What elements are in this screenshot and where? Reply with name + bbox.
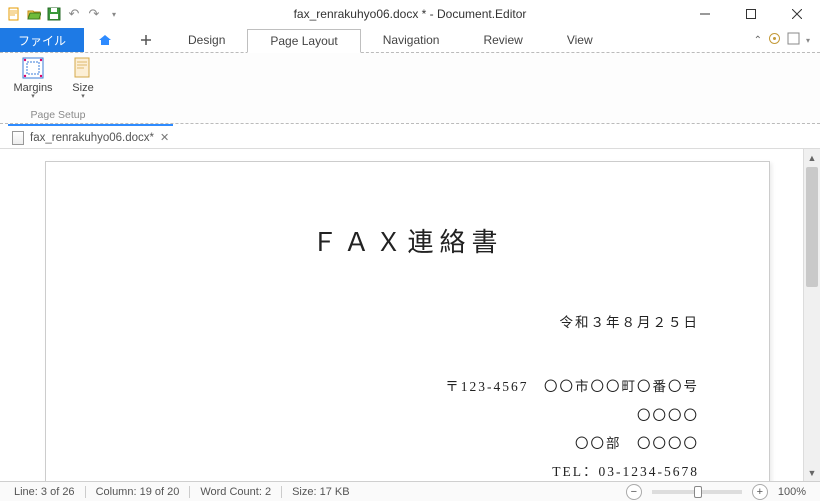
- size-icon: [69, 55, 97, 81]
- review-tab[interactable]: Review: [461, 28, 544, 52]
- maximize-button[interactable]: [728, 0, 774, 28]
- doc-address-block: 〒123-4567 〇〇市〇〇町〇番〇号 〇〇〇〇 〇〇部 〇〇〇〇 TEL：0…: [116, 373, 699, 481]
- margins-button[interactable]: Margins ▾: [12, 55, 54, 100]
- zoom-slider[interactable]: [652, 490, 742, 494]
- doc-date: 令和３年８月２５日: [116, 309, 699, 337]
- qat-dropdown-icon[interactable]: ▾: [106, 6, 122, 22]
- status-column: Column: 19 of 20: [90, 486, 186, 498]
- open-icon[interactable]: [26, 6, 42, 22]
- status-line: Line: 3 of 26: [8, 486, 81, 498]
- active-indicator: [8, 124, 173, 126]
- vertical-scrollbar[interactable]: ▲ ▼: [803, 149, 820, 481]
- redo-icon[interactable]: ↷: [86, 6, 102, 22]
- page-layout-tab[interactable]: Page Layout: [247, 29, 360, 53]
- status-size: Size: 17 KB: [286, 486, 355, 498]
- design-tab[interactable]: Design: [166, 28, 247, 52]
- undo-icon[interactable]: ↶: [66, 6, 82, 22]
- margins-icon: [19, 55, 47, 81]
- ribbon-dropdown-icon[interactable]: ▾: [806, 36, 810, 45]
- navigation-tab[interactable]: Navigation: [361, 28, 462, 52]
- window-title: fax_renrakuhyo06.docx * - Document.Edito…: [294, 7, 527, 21]
- home-tab[interactable]: [84, 28, 126, 52]
- page-setup-group-label: Page Setup: [31, 109, 86, 123]
- minimize-button[interactable]: [682, 0, 728, 28]
- chevron-down-icon: ▾: [81, 94, 85, 100]
- save-icon[interactable]: [46, 6, 62, 22]
- help-icon[interactable]: [787, 32, 800, 48]
- document-tab-label: fax_renrakuhyo06.docx*: [30, 132, 154, 144]
- page-setup-group: Margins ▾ Size ▾ Page Setup: [8, 55, 108, 123]
- insert-tab[interactable]: [126, 28, 166, 52]
- zoom-in-button[interactable]: +: [752, 484, 768, 500]
- status-bar: Line: 3 of 26 Column: 19 of 20 Word Coun…: [0, 481, 820, 501]
- ribbon-tabs: ファイル Design Page Layout Navigation Revie…: [0, 28, 820, 52]
- quick-access-toolbar: ↶ ↷ ▾: [0, 6, 122, 22]
- chevron-down-icon: ▾: [31, 94, 35, 100]
- close-button[interactable]: [774, 0, 820, 28]
- document-tab[interactable]: fax_renrakuhyo06.docx* ✕: [6, 129, 175, 147]
- doc-addr1: 〒123-4567 〇〇市〇〇町〇番〇号: [116, 373, 699, 401]
- document-area[interactable]: ＦＡＸ連絡書 令和３年８月２５日 〒123-4567 〇〇市〇〇町〇番〇号 〇〇…: [0, 149, 803, 481]
- window-controls: [682, 0, 820, 28]
- doc-addr2: 〇〇〇〇: [116, 402, 699, 430]
- title-bar: ↶ ↷ ▾ fax_renrakuhyo06.docx * - Document…: [0, 0, 820, 28]
- doc-tel: TEL：03-1234-5678: [116, 458, 699, 481]
- zoom-level: 100%: [772, 486, 812, 498]
- settings-icon[interactable]: [768, 32, 781, 48]
- file-tab[interactable]: ファイル: [0, 28, 84, 52]
- doc-addr3: 〇〇部 〇〇〇〇: [116, 430, 699, 458]
- zoom-knob[interactable]: [694, 486, 702, 498]
- zoom-out-button[interactable]: −: [626, 484, 642, 500]
- page: ＦＡＸ連絡書 令和３年８月２５日 〒123-4567 〇〇市〇〇町〇番〇号 〇〇…: [45, 161, 770, 481]
- new-doc-icon[interactable]: [6, 6, 22, 22]
- ribbon-panel: Margins ▾ Size ▾ Page Setup: [0, 52, 820, 124]
- size-button[interactable]: Size ▾: [62, 55, 104, 100]
- workspace: ＦＡＸ連絡書 令和３年８月２５日 〒123-4567 〇〇市〇〇町〇番〇号 〇〇…: [0, 149, 820, 481]
- scroll-up-icon[interactable]: ▲: [804, 149, 820, 166]
- document-icon: [12, 131, 24, 145]
- document-tabs: fax_renrakuhyo06.docx* ✕: [0, 127, 820, 149]
- scroll-thumb[interactable]: [806, 167, 818, 287]
- view-tab[interactable]: View: [545, 28, 615, 52]
- ribbon-utilities: ⌃ ▾: [754, 28, 820, 52]
- close-tab-icon[interactable]: ✕: [160, 131, 169, 144]
- doc-heading: ＦＡＸ連絡書: [116, 222, 699, 259]
- scroll-down-icon[interactable]: ▼: [804, 464, 820, 481]
- collapse-ribbon-icon[interactable]: ⌃: [754, 35, 762, 46]
- status-wordcount: Word Count: 2: [194, 486, 277, 498]
